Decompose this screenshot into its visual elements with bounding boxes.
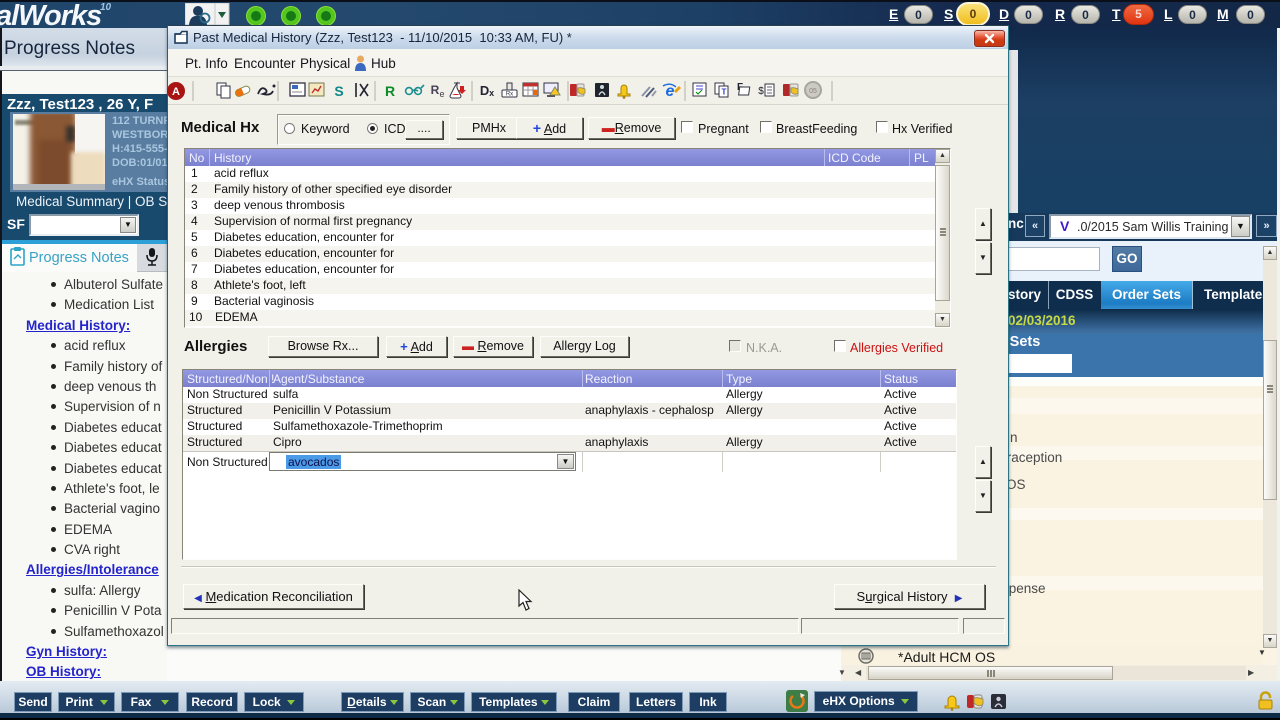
svg-text:$: $ (758, 86, 764, 97)
svg-text:R: R (431, 83, 440, 97)
svg-text:e: e (439, 89, 444, 99)
svg-text:S: S (334, 83, 343, 99)
svg-text:T: T (722, 88, 727, 97)
svg-text:R: R (385, 83, 395, 99)
svg-text:Dₓ: Dₓ (480, 83, 494, 98)
svg-text:Rx: Rx (506, 92, 513, 98)
svg-text:05: 05 (809, 88, 817, 95)
svg-text:A: A (172, 86, 180, 98)
